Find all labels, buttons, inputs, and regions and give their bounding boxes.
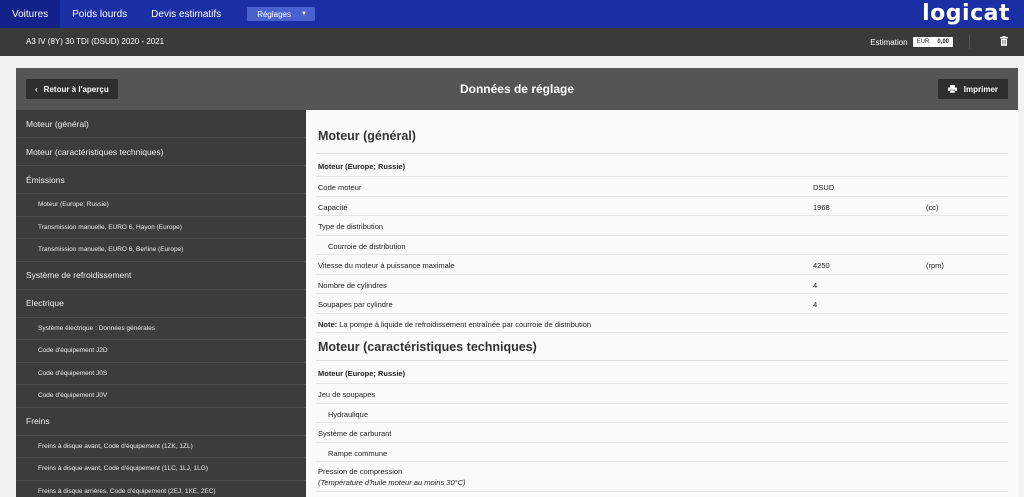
row-label: Hydraulique <box>328 409 369 419</box>
sidebar-subitem-transmission-hayon[interactable]: Transmission manuelle, EURO 6, Hayon (Eu… <box>16 217 306 239</box>
estimation-amount: 0,00 <box>937 39 949 45</box>
sidebar-subitem-j2d[interactable]: Code d'équipement J2D <box>16 340 306 363</box>
sidebar-subitem-moteur-europe[interactable]: Moteur (Europe; Russie) <box>16 194 306 217</box>
panel-header: ‹ Retour à l'aperçu Données de réglage I… <box>16 68 1018 110</box>
sidebar-item-emissions[interactable]: Émissions <box>16 166 306 194</box>
sidebar-subitem-systeme-electrique[interactable]: Système électrique : Données générales <box>16 318 306 340</box>
tab-poids-lourds[interactable]: Poids lourds <box>60 0 139 28</box>
row-label: Soupapes par cylindre <box>318 300 393 309</box>
row-label: Courroie de distribution <box>328 241 406 251</box>
vehicle-name: A3 IV (8Y) 30 TDI (DSUD) 2020 - 2021 <box>26 37 165 46</box>
reglages-dropdown[interactable]: Réglages ▼ <box>247 7 315 21</box>
print-button[interactable]: Imprimer <box>937 79 1008 99</box>
row-value: 4250 <box>813 261 830 270</box>
estimation-amount-box: EUR 0,00 <box>912 37 953 47</box>
row-value: 1968 <box>813 202 830 212</box>
page-title: Données de réglage <box>459 82 575 96</box>
table-row: Soupapes par cylindre 4 <box>316 294 1008 314</box>
table-row: Hydraulique <box>316 404 1008 423</box>
section-title: Moteur (caractéristiques techniques) <box>316 333 1008 361</box>
sidebar: Moteur (général) Moteur (caractéristique… <box>16 110 306 497</box>
table-row: Courroie de distribution <box>316 236 1008 255</box>
table-row: Type de distribution <box>316 216 1008 236</box>
row-label: Nombre de cylindres <box>318 280 387 290</box>
table-row: Code moteur DSUD <box>316 177 1008 197</box>
row-unit: (cc) <box>926 202 939 212</box>
sidebar-subitem-j0v[interactable]: Code d'équipement J0V <box>16 385 306 408</box>
reglages-dropdown-label: Réglages <box>257 9 291 19</box>
row-value: DSUD <box>813 183 835 192</box>
table-row: Jeu de soupapes <box>316 384 1008 404</box>
table-row: Pression de compression (Température d'hu… <box>316 462 1008 492</box>
table-row: Système de carburant <box>316 423 1008 443</box>
sidebar-item-freins[interactable]: Freins <box>16 408 306 436</box>
vehicle-bar: A3 IV (8Y) 30 TDI (DSUD) 2020 - 2021 Est… <box>0 28 1024 56</box>
sidebar-subitem-freins-arrieres[interactable]: Freins à disque arrières, Code d'équipem… <box>16 481 306 497</box>
table-row: Nombre de cylindres 4 <box>316 275 1008 294</box>
row-label: Rampe commune <box>328 448 388 458</box>
logo: logicat <box>922 1 1010 26</box>
sidebar-subitem-transmission-berline[interactable]: Transmission manuelle, EURO 6, Berline (… <box>16 239 306 262</box>
subtitle-text: Moteur (Europe; Russie) <box>318 369 406 378</box>
sidebar-subitem-j0s[interactable]: Code d'équipement J0S <box>16 363 306 385</box>
top-nav: Voitures Poids lourds Devis estimatifs R… <box>0 0 1024 28</box>
row-label: Jeu de soupapes <box>318 390 376 399</box>
note-text: La pompe à liquide de refroidissement en… <box>339 319 592 329</box>
row-unit: (rpm) <box>926 261 944 270</box>
row-sublabel: (Température d'huile moteur au moins 30°… <box>318 478 466 487</box>
estimation-label: Estimation <box>870 37 908 47</box>
estimation[interactable]: Estimation EUR 0,00 <box>870 35 970 49</box>
printer-icon <box>947 85 957 93</box>
row-label: Système de carburant <box>318 429 392 438</box>
row-label: Vitesse du moteur à puissance maximale <box>318 261 455 270</box>
sidebar-item-electrique[interactable]: Electrique <box>16 290 306 318</box>
content-area: Moteur (général) Moteur (Europe; Russie)… <box>306 110 1018 497</box>
tab-voitures[interactable]: Voitures <box>0 0 61 28</box>
row-value: 4 <box>813 280 818 290</box>
section-subtitle: Moteur (Europe; Russie) <box>316 154 1008 177</box>
estimation-currency: EUR <box>916 39 930 45</box>
row-label: Pression de compression <box>318 467 403 476</box>
caret-down-icon: ▼ <box>301 11 307 17</box>
trash-icon[interactable] <box>1000 36 1008 46</box>
section-subtitle: Moteur (Europe; Russie) <box>316 361 1008 384</box>
sidebar-item-refroidissement[interactable]: Système de refroidissement <box>16 262 306 290</box>
note-label: Note: <box>318 319 338 329</box>
tab-devis-estimatifs[interactable]: Devis estimatifs <box>139 0 233 28</box>
sidebar-item-moteur-caracteristiques[interactable]: Moteur (caractéristiques techniques) <box>16 138 306 166</box>
section-title: Moteur (général) <box>316 110 1008 154</box>
table-row: Capacité 1968 (cc) <box>316 197 1008 216</box>
row-value: 4 <box>813 300 818 309</box>
sidebar-subitem-freins-avant-1[interactable]: Freins à disque avant, Code d'équipement… <box>16 436 306 458</box>
print-button-label: Imprimer <box>963 84 998 94</box>
note-row: Note: La pompe à liquide de refroidissem… <box>316 314 1008 333</box>
table-row: Vitesse du moteur à puissance maximale 4… <box>316 255 1008 275</box>
sidebar-item-moteur-general[interactable]: Moteur (général) <box>16 110 306 138</box>
table-row: Rampe commune <box>316 443 1008 462</box>
row-label: Type de distribution <box>318 222 384 231</box>
row-label: Capacité <box>318 202 348 212</box>
subtitle-text: Moteur (Europe; Russie) <box>318 162 406 171</box>
row-label: Code moteur <box>318 183 362 192</box>
sidebar-subitem-freins-avant-2[interactable]: Freins à disque avant, Code d'équipement… <box>16 458 306 481</box>
